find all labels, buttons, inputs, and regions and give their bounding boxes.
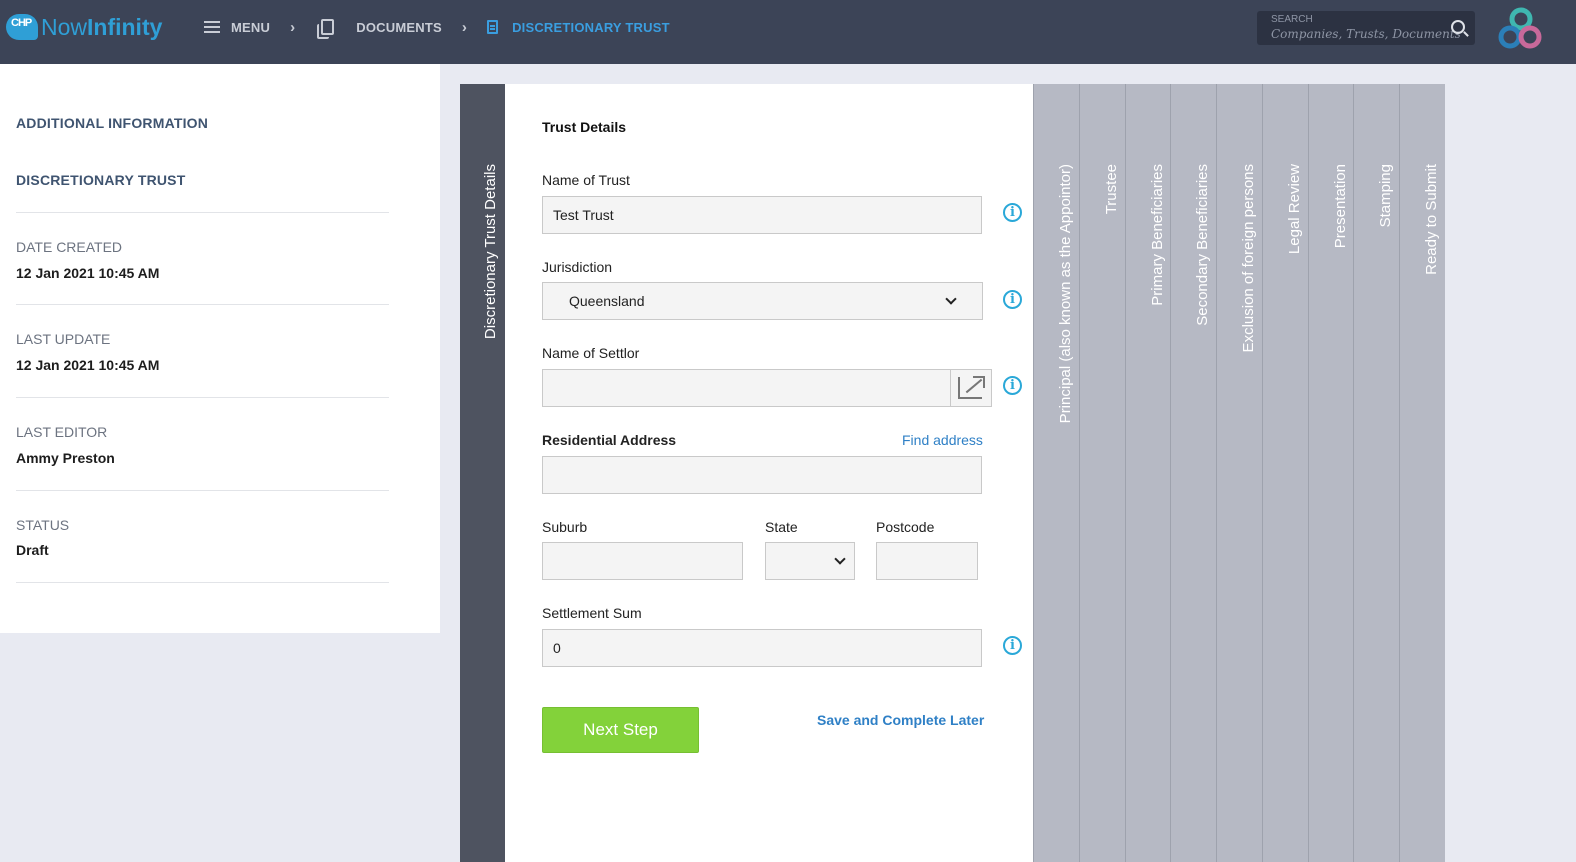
document-type-heading: DISCRETIONARY TRUST (16, 172, 186, 188)
search-label: SEARCH (1271, 14, 1313, 25)
info-icon[interactable]: i (1003, 290, 1022, 309)
additional-information-heading: ADDITIONAL INFORMATION (16, 115, 209, 131)
logo-text-now: Now (41, 13, 88, 40)
divider (16, 490, 389, 491)
date-created-label: DATE CREATED (16, 239, 123, 255)
name-of-trust-label: Name of Trust (542, 172, 630, 188)
step-tab[interactable]: Legal Review (1261, 84, 1308, 862)
menu-button[interactable]: MENU (204, 20, 270, 35)
step-tab-label: Secondary Beneficiaries (1194, 164, 1212, 326)
step-tab[interactable]: Trustee (1078, 84, 1125, 862)
logo-badge-icon: CHP (6, 14, 38, 40)
trust-wizard: Discretionary Trust Details Trust Detail… (460, 84, 1446, 862)
save-and-complete-later-link[interactable]: Save and Complete Later (817, 712, 984, 728)
documents-link[interactable]: DOCUMENTS (315, 19, 442, 39)
suburb-input[interactable] (542, 542, 743, 580)
step-tab-active[interactable]: Discretionary Trust Details (460, 84, 505, 862)
current-page-link[interactable]: DISCRETIONARY TRUST (487, 20, 670, 35)
step-tab-label: Ready to Submit (1423, 164, 1441, 275)
step-tab[interactable]: Primary Beneficiaries (1124, 84, 1171, 862)
status-value: Draft (16, 542, 49, 558)
user-avatar[interactable] (1497, 6, 1543, 50)
step-tab-label: Presentation (1331, 164, 1349, 249)
step-tab[interactable]: Ready to Submit (1399, 84, 1446, 862)
date-created-value: 12 Jan 2021 10:45 AM (16, 265, 160, 281)
step-tab-label: Stamping (1377, 164, 1395, 228)
divider (16, 582, 389, 583)
last-update-value: 12 Jan 2021 10:45 AM (16, 357, 160, 373)
settlement-sum-input[interactable]: 0 (542, 629, 982, 667)
step-tab[interactable]: Exclusion of foreign persons (1216, 84, 1262, 862)
step-tab-label: Principal (also known as the Appointor) (1057, 164, 1074, 424)
last-update-label: LAST UPDATE (16, 331, 111, 347)
breadcrumb: MENU › DOCUMENTS › DISCRETIONARY TRUST (204, 0, 670, 54)
settlor-input[interactable] (542, 369, 951, 407)
postcode-input[interactable] (876, 542, 978, 580)
wizard-steps: Principal (also known as the Appointor) … (1033, 84, 1446, 862)
current-page-label: DISCRETIONARY TRUST (512, 19, 670, 35)
section-title: Trust Details (542, 119, 627, 135)
logo-badge-text: CHP (11, 17, 32, 29)
status-label: STATUS (16, 517, 70, 533)
name-of-trust-input[interactable]: Test Trust (542, 196, 982, 234)
settlor-label: Name of Settlor (542, 345, 640, 361)
state-label: State (765, 519, 798, 535)
top-bar: CHP Now Infinity MENU › DOCUMENTS › DISCR… (0, 0, 1576, 64)
document-icon (487, 20, 499, 34)
step-tab[interactable]: Presentation (1307, 84, 1354, 862)
step-tab[interactable]: Stamping (1353, 84, 1400, 862)
step-tab-label: Exclusion of foreign persons (1240, 164, 1258, 353)
trust-details-form: Trust Details Name of Trust Test Trust i… (505, 84, 1033, 862)
residential-address-input[interactable] (542, 456, 982, 494)
search-icon[interactable] (1451, 20, 1465, 34)
step-tab[interactable]: Principal (also known as the Appointor) (1033, 84, 1079, 862)
jurisdiction-label: Jurisdiction (542, 259, 613, 275)
search-input[interactable]: Companies, Trusts, Documents (1271, 27, 1461, 41)
last-editor-label: LAST EDITOR (16, 424, 108, 440)
breadcrumb-chevron-icon: › (461, 18, 468, 36)
nowinfinity-logo[interactable]: CHP Now Infinity (6, 12, 162, 42)
postcode-label: Postcode (876, 519, 935, 535)
step-tab-label: Legal Review (1285, 164, 1303, 255)
settlement-sum-label: Settlement Sum (542, 605, 642, 621)
documents-label: DOCUMENTS (356, 19, 442, 35)
step-tab-label: Trustee (1102, 164, 1120, 215)
find-address-link[interactable]: Find address (902, 432, 983, 448)
info-icon[interactable]: i (1003, 203, 1022, 222)
global-search[interactable]: SEARCH Companies, Trusts, Documents (1257, 11, 1475, 45)
external-link-icon (958, 376, 985, 399)
logo-text-infinity: Infinity (87, 13, 163, 40)
step-tab-label: Discretionary Trust Details (482, 164, 499, 340)
breadcrumb-chevron-icon: › (290, 18, 296, 36)
step-tab-label: Primary Beneficiaries (1148, 164, 1166, 306)
info-icon[interactable]: i (1003, 376, 1022, 395)
menu-label: MENU (231, 19, 271, 35)
step-tab[interactable]: Secondary Beneficiaries (1170, 84, 1217, 862)
hamburger-icon (204, 21, 220, 33)
divider (16, 212, 389, 213)
divider (16, 397, 389, 398)
divider (16, 304, 389, 305)
last-editor-value: Ammy Preston (16, 450, 115, 466)
settlor-lookup-button[interactable] (950, 369, 992, 407)
residential-address-label: Residential Address (542, 432, 677, 448)
next-step-button[interactable]: Next Step (542, 707, 699, 753)
documents-icon (317, 19, 335, 39)
info-icon[interactable]: i (1003, 636, 1022, 655)
document-info-panel: ADDITIONAL INFORMATION DISCRETIONARY TRU… (0, 64, 440, 633)
suburb-label: Suburb (542, 519, 588, 535)
jurisdiction-select[interactable]: Queensland (542, 282, 983, 320)
